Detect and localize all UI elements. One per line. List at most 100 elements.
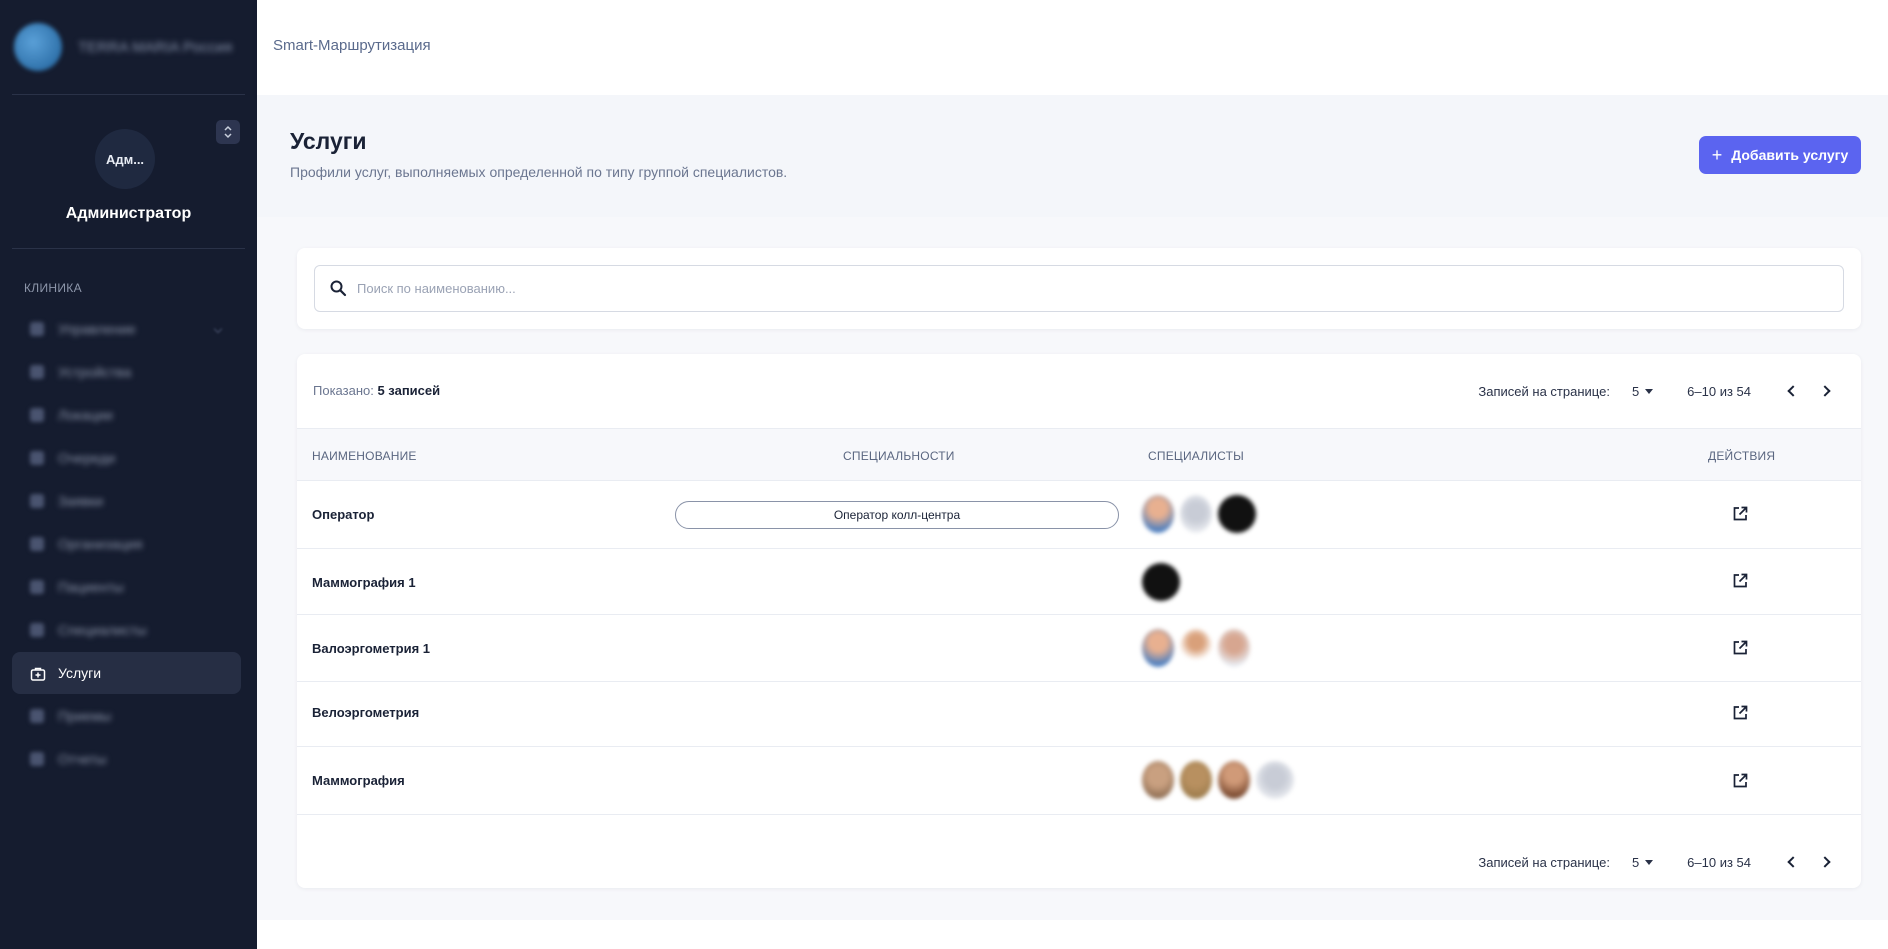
add-service-button[interactable]: + Добавить услугу — [1699, 136, 1861, 174]
search-input[interactable] — [357, 281, 1843, 296]
open-external-icon[interactable] — [1731, 704, 1749, 722]
caret-down-icon — [1645, 388, 1654, 394]
topbar: Smart-Маршрутизация — [257, 0, 1888, 95]
sidebar-item-specialists[interactable]: Специалисты — [12, 609, 241, 651]
sidebar-item-requests[interactable]: Заявки — [12, 480, 241, 522]
sidebar-item-label: Услуги — [58, 665, 102, 681]
sidebar-item-patients[interactable]: Пациенты — [12, 566, 241, 608]
chevron-right-icon — [1819, 856, 1831, 868]
sidebar-item-label: Приемы — [58, 708, 112, 724]
rows-per-page-value: 5 — [1631, 383, 1640, 399]
sidebar-item-services[interactable]: Услуги — [12, 652, 241, 694]
open-external-icon[interactable] — [1731, 639, 1749, 657]
report-icon — [30, 752, 44, 766]
dashboard-icon — [30, 322, 44, 336]
records-shown-label: Показано: — [313, 383, 374, 398]
specialist-avatar[interactable] — [1218, 495, 1256, 533]
prev-page-button[interactable] — [1773, 848, 1809, 876]
organization-icon — [30, 537, 44, 551]
specialist-avatar[interactable] — [1142, 495, 1174, 533]
sidebar-item-management[interactable]: Управление — [12, 308, 241, 350]
specialist-avatar[interactable] — [1180, 761, 1212, 799]
rows-per-page-select[interactable]: 5 — [1631, 383, 1654, 399]
table-footer: Записей на странице: 5 6–10 из 54 — [297, 834, 1861, 888]
specialist-avatars — [1142, 563, 1186, 601]
request-icon — [30, 494, 44, 508]
sidebar-item-label: Пациенты — [58, 579, 124, 595]
column-header-specialties: Специальности — [843, 449, 955, 463]
sidebar-item-label: Организация — [58, 536, 143, 552]
prev-page-button[interactable] — [1773, 377, 1809, 405]
page-header: Услуги Профили услуг, выполняемых опреде… — [257, 95, 1888, 217]
specialist-avatar[interactable] — [1180, 629, 1212, 667]
service-name: Валоэргометрия 1 — [312, 641, 431, 656]
sidebar-item-label: Управление — [58, 321, 136, 337]
brand[interactable]: TERRA MARIA Россия — [12, 0, 245, 95]
location-icon — [30, 408, 44, 422]
records-shown: Показано: 5 записей — [313, 383, 440, 398]
table-header: Наименование Специальности Специалисты Д… — [297, 428, 1861, 481]
table-row[interactable]: Валоэргометрия 1 — [297, 615, 1861, 682]
sidebar-item-devices[interactable]: Устройства — [12, 351, 241, 393]
expand-collapse-button[interactable] — [216, 120, 240, 144]
specialist-avatars — [1142, 495, 1262, 533]
sidebar-item-organization[interactable]: Организация — [12, 523, 241, 565]
sidebar-item-label: Устройства — [58, 364, 132, 380]
specialist-avatar[interactable] — [1218, 761, 1250, 799]
column-header-actions: Действия — [1708, 449, 1776, 463]
chevron-right-icon — [1819, 385, 1831, 397]
rows-per-page-select[interactable]: 5 — [1631, 854, 1654, 870]
service-name: Маммография 1 — [312, 575, 416, 590]
open-external-icon[interactable] — [1731, 505, 1749, 523]
search-card — [297, 248, 1861, 329]
sidebar-item-locations[interactable]: Локации — [12, 394, 241, 436]
device-icon — [30, 365, 44, 379]
column-header-name[interactable]: Наименование — [312, 449, 417, 463]
specialist-avatar[interactable] — [1142, 563, 1180, 601]
section-label-clinic: КЛИНИКА — [24, 281, 82, 295]
sidebar-item-label: Специалисты — [58, 622, 147, 638]
chevron-down-icon — [213, 324, 223, 334]
records-shown-count: 5 записей — [377, 383, 441, 398]
table-row[interactable]: Велоэргометрия — [297, 682, 1861, 747]
patient-icon — [30, 580, 44, 594]
sidebar-item-label: Заявки — [58, 493, 104, 509]
search-box[interactable] — [314, 265, 1844, 312]
avatar[interactable]: Адм... — [95, 129, 155, 189]
page-range: 6–10 из 54 — [1687, 383, 1751, 399]
table-row[interactable]: Маммография 1 — [297, 549, 1861, 615]
rows-per-page-label: Записей на странице: — [1478, 854, 1610, 870]
chevron-up-down-icon — [224, 125, 232, 139]
sidebar-item-appointments[interactable]: Приемы — [12, 695, 241, 737]
column-header-specialists: Специалисты — [1148, 449, 1244, 463]
specialist-avatar[interactable] — [1180, 495, 1212, 533]
sidebar-item-label: Очереди — [58, 450, 116, 466]
sidebar-item-queues[interactable]: Очереди — [12, 437, 241, 479]
caret-down-icon — [1645, 859, 1654, 865]
specialist-avatar[interactable] — [1142, 761, 1174, 799]
search-icon — [329, 279, 349, 299]
brand-logo — [14, 23, 62, 71]
app-title: Smart-Маршрутизация — [273, 37, 431, 54]
next-page-button[interactable] — [1809, 848, 1845, 876]
appointment-icon — [30, 709, 44, 723]
table-row[interactable]: Оператор Оператор колл-центра — [297, 481, 1861, 549]
rows-per-page-value: 5 — [1631, 854, 1640, 870]
user-profile: Адм... Администратор — [12, 95, 245, 249]
sidebar-item-label: Локации — [58, 407, 113, 423]
specialist-avatar[interactable] — [1142, 629, 1174, 667]
open-external-icon[interactable] — [1731, 572, 1749, 590]
open-external-icon[interactable] — [1731, 772, 1749, 790]
next-page-button[interactable] — [1809, 377, 1845, 405]
page-title: Услуги — [290, 128, 367, 154]
specialty-chip: Оператор колл-центра — [675, 501, 1119, 529]
pagination-bottom: Записей на странице: 5 6–10 из 54 — [1478, 848, 1845, 876]
medical-bag-icon — [30, 666, 46, 681]
sidebar-item-reports[interactable]: Отчеты — [12, 738, 241, 780]
table-row[interactable]: Маммография — [297, 747, 1861, 815]
specialist-avatar[interactable] — [1256, 761, 1294, 799]
service-name: Оператор — [312, 507, 375, 522]
chevron-left-icon — [1787, 856, 1799, 868]
user-role: Администратор — [65, 205, 192, 222]
specialist-avatar[interactable] — [1218, 629, 1250, 667]
